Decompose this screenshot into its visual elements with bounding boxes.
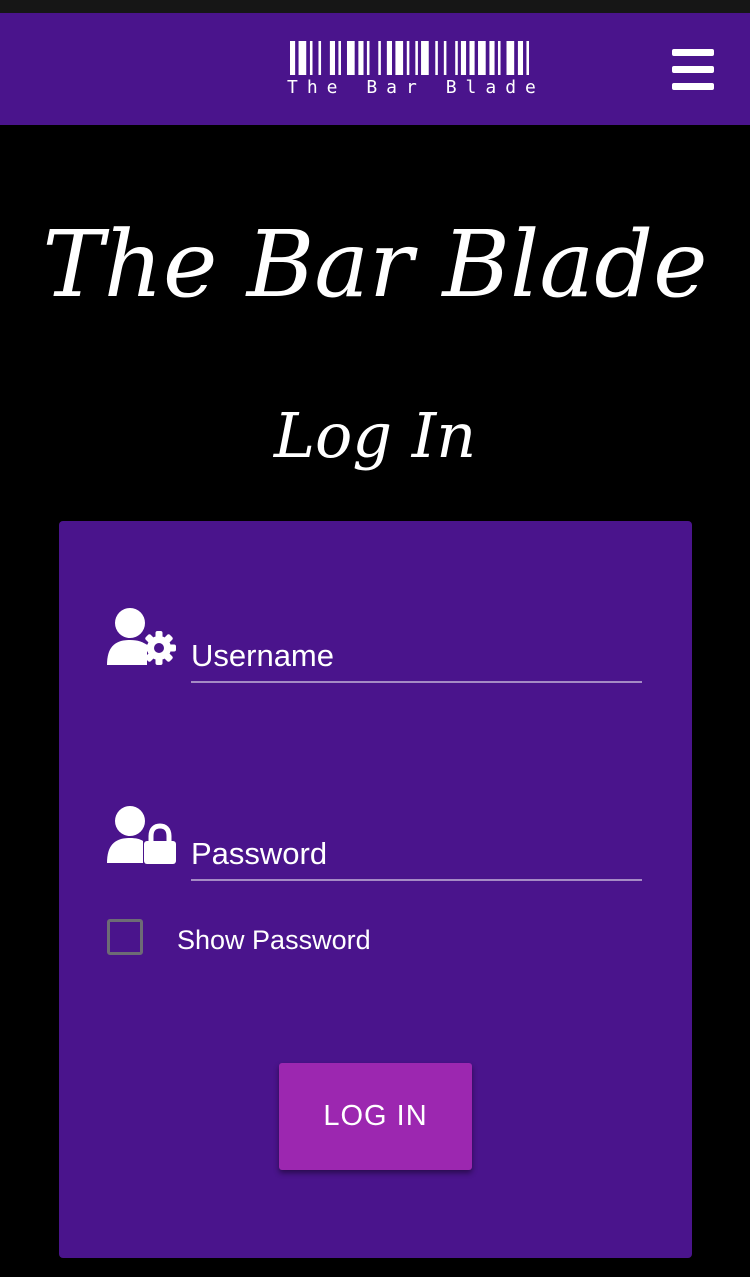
brand-title: The Bar Blade <box>42 211 708 318</box>
user-gear-icon <box>107 608 176 665</box>
show-password-label[interactable]: Show Password <box>177 925 371 956</box>
username-field[interactable] <box>191 631 642 683</box>
logo-text: The Bar Blade <box>287 77 545 98</box>
login-card: Show Password LOG IN <box>59 521 692 1258</box>
password-field[interactable] <box>191 829 642 881</box>
user-lock-icon <box>107 806 176 864</box>
login-button[interactable]: LOG IN <box>279 1063 472 1170</box>
status-strip <box>0 0 750 13</box>
barcode-logo[interactable]: The Bar Blade <box>287 39 539 99</box>
top-navbar: The Bar Blade <box>0 13 750 125</box>
hamburger-menu-icon[interactable] <box>668 49 718 91</box>
login-heading: Log In <box>273 399 477 472</box>
barcode-icon <box>290 41 530 75</box>
username-input[interactable] <box>191 631 642 683</box>
show-password-checkbox[interactable] <box>107 919 143 955</box>
password-input[interactable] <box>191 829 642 881</box>
